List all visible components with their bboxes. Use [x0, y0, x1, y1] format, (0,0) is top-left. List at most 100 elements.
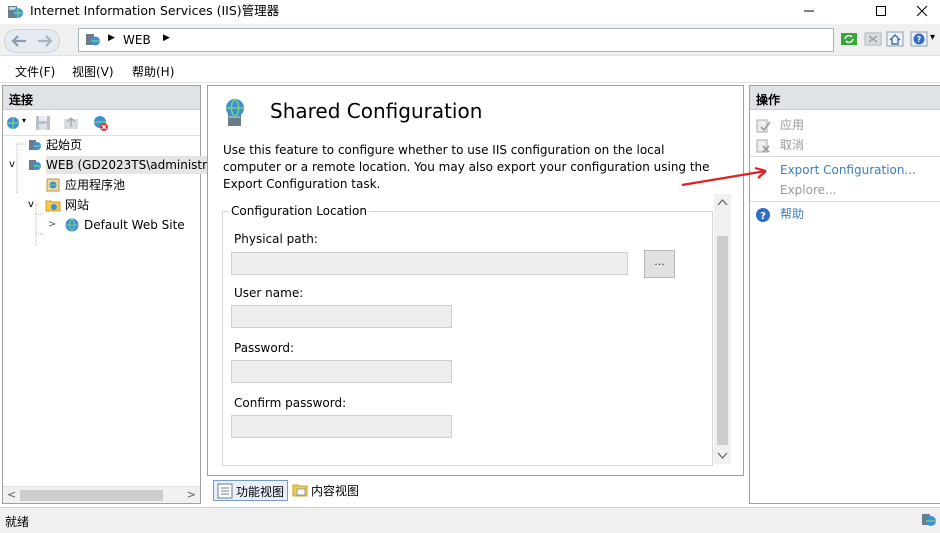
- feature-title: Shared Configuration: [270, 99, 483, 123]
- window-title: Internet Information Services (IIS)管理器: [30, 3, 280, 18]
- tree-item-sites[interactable]: v 网站: [3, 196, 200, 214]
- actions-pane: 操作 应用 取消 Export Configuration... Explore…: [749, 85, 940, 504]
- connections-horizontal-scrollbar[interactable]: < >: [3, 486, 200, 503]
- minimize-icon: [804, 10, 814, 12]
- save-icon[interactable]: [34, 114, 52, 132]
- action-label: 取消: [780, 138, 805, 152]
- physical-path-label: Physical path:: [234, 232, 318, 246]
- shared-configuration-icon: [226, 98, 244, 126]
- breadcrumb-web[interactable]: WEB: [123, 33, 151, 47]
- svg-text:?: ?: [917, 35, 922, 44]
- actions-header: 操作: [750, 86, 940, 110]
- tree-item-app-pools[interactable]: 应用程序池: [3, 176, 200, 194]
- password-field[interactable]: [231, 360, 452, 383]
- feature-pane: Shared Configuration Use this feature to…: [207, 85, 744, 476]
- tab-label: 功能视图: [236, 485, 285, 499]
- sites-folder-icon: [45, 200, 61, 212]
- tab-label: 内容视图: [311, 484, 360, 498]
- expander-chevron-right-icon[interactable]: >: [48, 216, 56, 234]
- connections-pane: 连接 ▾ 起始页 v WEB (GD2023TS\administr 应用程序池…: [2, 85, 212, 504]
- menu-bar: 文件(F) 视图(V) 帮助(H): [0, 57, 940, 83]
- tree-item-start-page[interactable]: 起始页: [3, 136, 200, 154]
- server-icon: [29, 160, 41, 170]
- maximize-button[interactable]: [858, 0, 904, 22]
- connect-globe-icon[interactable]: [5, 114, 23, 132]
- tree-item-label: Default Web Site: [84, 218, 185, 232]
- home-icon[interactable]: [886, 30, 904, 48]
- maximize-icon: [876, 6, 886, 16]
- browse-button[interactable]: ...: [644, 250, 675, 278]
- tree-item-default-web-site[interactable]: > Default Web Site: [3, 216, 200, 234]
- connections-tree: 起始页 v WEB (GD2023TS\administr 应用程序池 v 网站…: [3, 136, 212, 481]
- close-icon: [916, 5, 928, 17]
- breadcrumb-separator-icon[interactable]: ▶: [163, 33, 170, 43]
- tab-features-view[interactable]: 功能视图: [213, 480, 289, 501]
- forward-button[interactable]: [32, 30, 58, 52]
- up-level-icon[interactable]: [62, 114, 80, 132]
- action-help[interactable]: ? 帮助: [750, 205, 940, 225]
- connections-toolbar: ▾: [3, 110, 200, 136]
- scrollbar-thumb[interactable]: [717, 236, 728, 445]
- help-menu-chevron-down-icon[interactable]: ▾: [930, 32, 935, 43]
- action-separator: [750, 156, 940, 157]
- connections-header: 连接: [3, 86, 200, 110]
- minimize-button[interactable]: [786, 0, 832, 22]
- tree-item-server[interactable]: v WEB (GD2023TS\administr: [3, 156, 212, 174]
- feature-vertical-scrollbar[interactable]: [714, 194, 731, 464]
- tree-item-label: 网站: [65, 198, 90, 212]
- menu-help[interactable]: 帮助(H): [132, 63, 174, 80]
- group-title: Configuration Location: [229, 204, 369, 218]
- cancel-icon: [756, 139, 770, 153]
- user-name-label: User name:: [234, 286, 304, 300]
- action-label: 帮助: [780, 207, 805, 221]
- action-separator: [750, 201, 940, 202]
- tree-item-label: WEB (GD2023TS\administr: [46, 156, 212, 174]
- help-icon[interactable]: ?: [910, 30, 928, 48]
- server-icon: [86, 34, 100, 46]
- action-label: 应用: [780, 118, 805, 132]
- features-view-icon: [217, 483, 233, 499]
- title-bar: Internet Information Services (IIS)管理器: [0, 0, 940, 24]
- confirm-password-label: Confirm password:: [234, 396, 347, 410]
- breadcrumb-separator-icon[interactable]: ▶: [108, 33, 115, 43]
- tree-item-label: 起始页: [46, 138, 83, 152]
- scroll-down-icon[interactable]: [717, 452, 728, 460]
- tree-item-label: 应用程序池: [65, 178, 126, 192]
- close-button[interactable]: [904, 0, 940, 22]
- help-icon: ?: [756, 208, 770, 222]
- forward-arrow-icon: [38, 35, 53, 47]
- apply-icon: [756, 119, 771, 133]
- scroll-up-icon[interactable]: [717, 198, 728, 206]
- feature-description: Use this feature to configure whether to…: [223, 143, 710, 191]
- user-name-field[interactable]: [231, 305, 452, 328]
- scroll-right-icon[interactable]: >: [187, 488, 196, 501]
- connect-dropdown-chevron-down-icon[interactable]: ▾: [22, 116, 26, 125]
- disconnect-icon[interactable]: [92, 114, 110, 132]
- refresh-icon[interactable]: [840, 30, 858, 48]
- globe-icon: [65, 218, 79, 232]
- back-button[interactable]: [6, 30, 32, 52]
- app-pool-icon: [46, 178, 60, 192]
- start-page-icon: [29, 140, 41, 150]
- menu-file[interactable]: 文件(F): [15, 63, 55, 80]
- menu-view[interactable]: 视图(V): [72, 63, 114, 80]
- action-apply[interactable]: 应用: [750, 116, 940, 136]
- action-cancel[interactable]: 取消: [750, 136, 940, 156]
- server-status-icon: [922, 514, 936, 526]
- expander-chevron-down-icon[interactable]: v: [9, 156, 15, 174]
- password-label: Password:: [234, 341, 295, 355]
- scroll-left-icon[interactable]: <: [7, 488, 16, 501]
- scrollbar-thumb[interactable]: [20, 490, 163, 501]
- svg-text:?: ?: [760, 211, 766, 222]
- confirm-password-field[interactable]: [231, 415, 452, 438]
- tab-content-view[interactable]: 内容视图: [289, 480, 362, 501]
- stop-icon[interactable]: [864, 30, 882, 48]
- action-label: Export Configuration...: [780, 163, 916, 177]
- physical-path-field[interactable]: [231, 252, 628, 275]
- iis-app-icon: [8, 6, 23, 18]
- content-view-icon: [292, 484, 308, 497]
- back-arrow-icon: [11, 35, 26, 47]
- expander-chevron-down-icon[interactable]: v: [28, 196, 34, 214]
- annotation-arrow-icon: [681, 166, 767, 187]
- address-bar[interactable]: ▶ WEB ▶: [78, 28, 834, 52]
